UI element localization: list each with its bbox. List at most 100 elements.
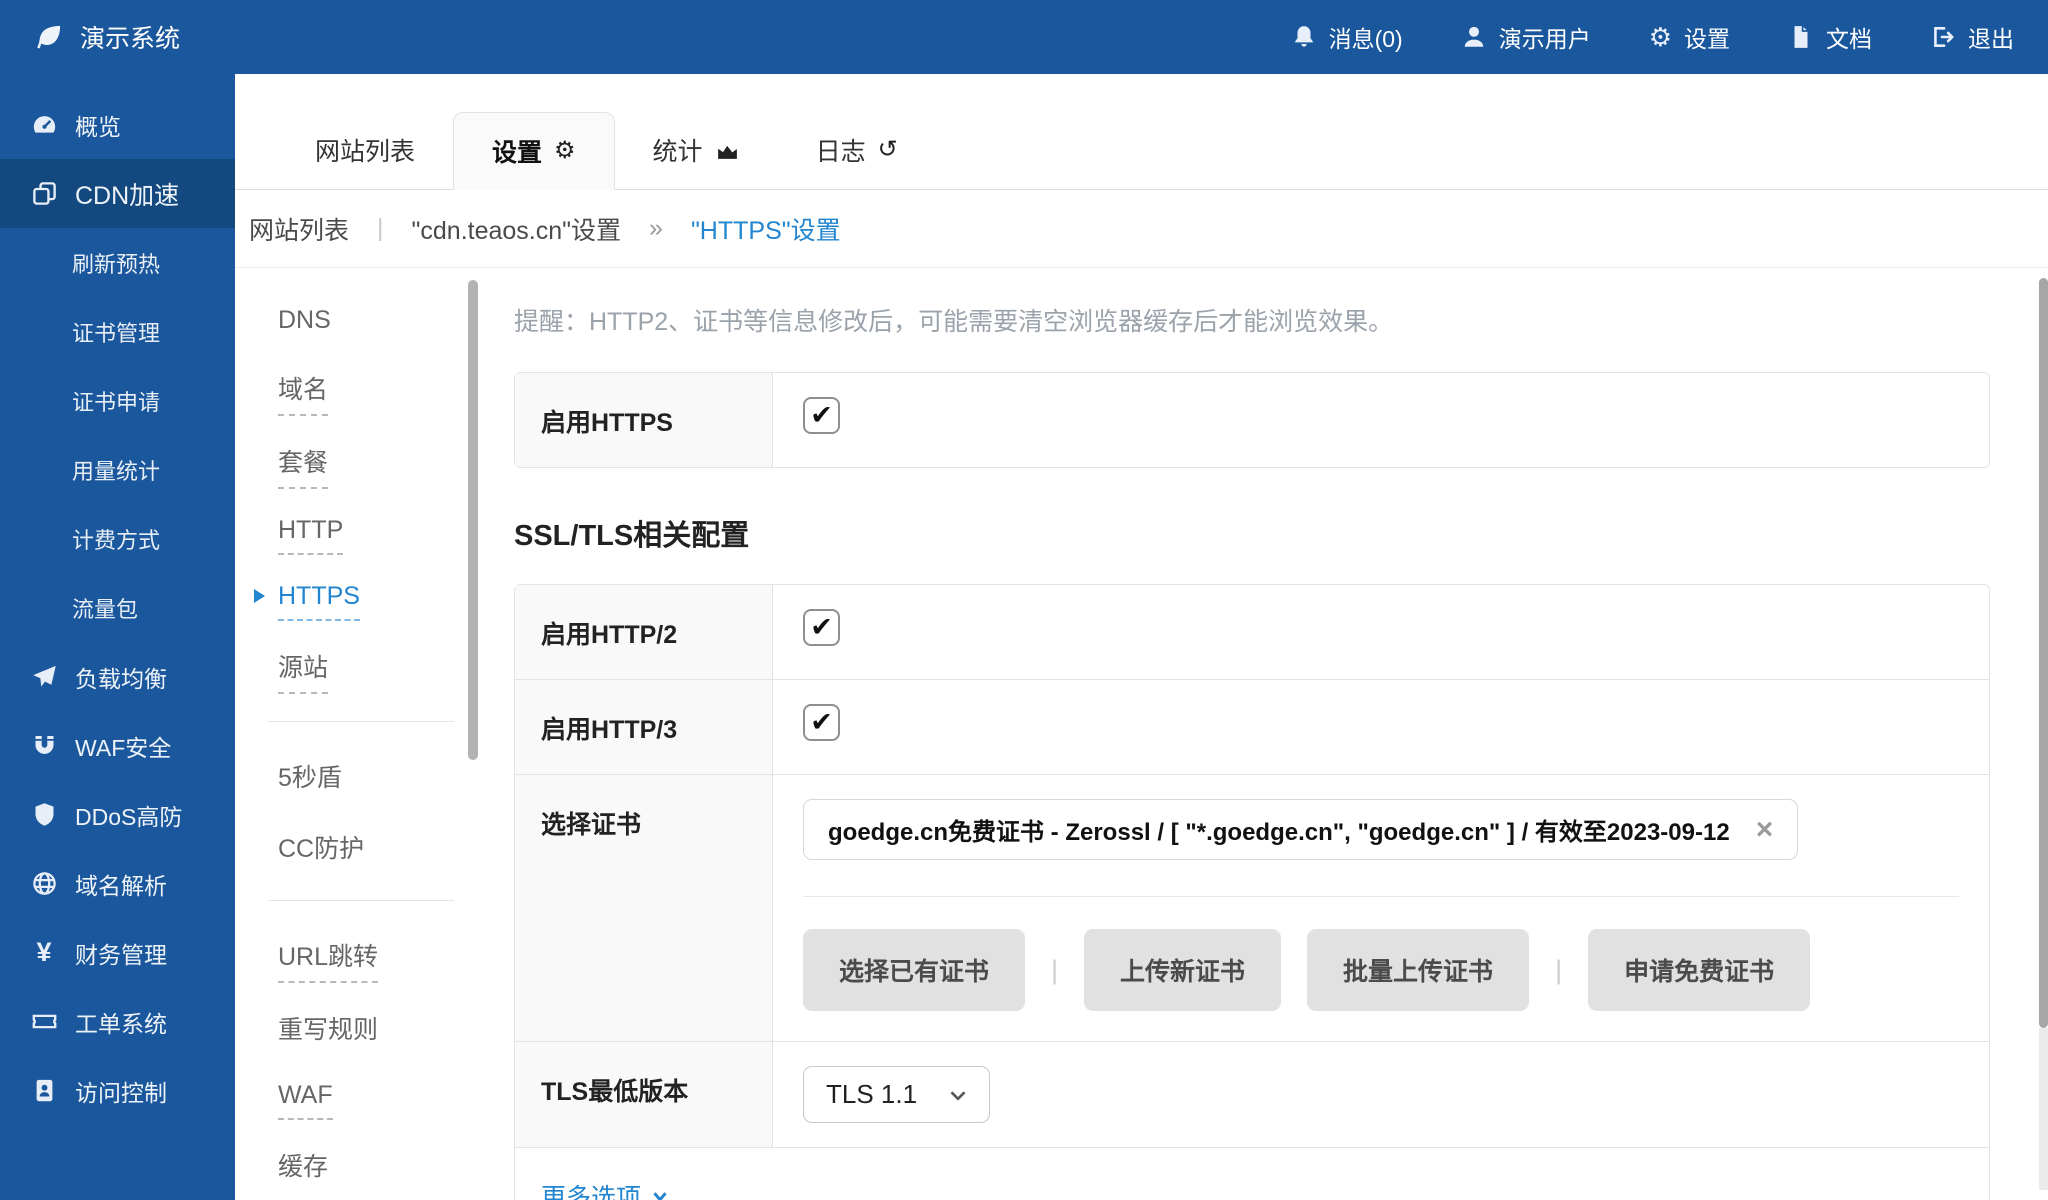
gear-icon: ⚙ [554,139,576,163]
brand-label: 演示系统 [80,19,180,55]
enable-http2-checkbox[interactable]: ✔ [803,609,840,646]
sidebar-item-label: DDoS高防 [75,798,182,832]
gear-icon: ⚙ [1649,24,1672,50]
topnav-docs[interactable]: 文档 [1788,20,1872,54]
submenu-item-http[interactable]: HTTP [278,516,478,555]
sidebar-item-tickets[interactable]: 工单系统 [0,987,235,1056]
breadcrumb-arrow-separator: » [649,214,663,243]
submenu-item-url-redirect[interactable]: URL跳转 [278,937,478,983]
sidebar-item-load-balancer[interactable]: 负载均衡 [0,642,235,711]
topnav-logout[interactable]: 退出 [1930,20,2014,54]
sidebar-item-access-control[interactable]: 访问控制 [0,1056,235,1125]
certificate-divider [803,896,1959,897]
sidebar-item-label: 计费方式 [72,523,160,555]
certificate-actions: 选择已有证书 | 上传新证书 批量上传证书 | 申请免费证书 [803,929,1959,1011]
sidebar-item-label: 证书申请 [72,385,160,417]
tab-stats[interactable]: 统计 [615,111,778,189]
tab-label: 日志 [816,132,866,168]
sidebar-item-traffic-package[interactable]: 流量包 [0,573,235,642]
upload-new-cert-button[interactable]: 上传新证书 [1084,929,1281,1011]
apply-free-cert-button[interactable]: 申请免费证书 [1588,929,1810,1011]
sidebar-item-label: 刷新预热 [72,247,160,279]
topnav-messages[interactable]: 消息(0) [1291,20,1403,54]
topnav-label: 设置 [1684,20,1730,54]
submenu-item-origin[interactable]: 源站 [278,648,478,694]
brand-logo[interactable]: 演示系统 [34,19,180,55]
tls-min-version-row: TLS最低版本 TLS 1.1 [515,1041,1989,1147]
page-scrollbar-thumb[interactable] [2039,278,2048,1028]
magnet-icon [30,732,58,760]
tab-site-list[interactable]: 网站列表 [277,111,453,189]
topnav-user[interactable]: 演示用户 [1461,20,1591,54]
sidebar-item-label: CDN加速 [75,176,179,212]
submenu-item-5s-shield[interactable]: 5秒盾 [278,758,478,802]
sidebar-item-refresh-preheat[interactable]: 刷新预热 [0,228,235,297]
tabbar: 网站列表 设置 ⚙ 统计 日志 ↺ [235,74,2048,190]
certificate-chip-label: goedge.cn免费证书 - Zerossl / [ "*.goedge.cn… [828,812,1730,847]
caret-down-icon [649,1185,671,1200]
submenu-item-domain[interactable]: 域名 [278,370,478,416]
ssl-settings-table: 启用HTTP/2 ✔ 启用HTTP/3 ✔ [514,584,1990,1200]
submenu-item-https[interactable]: HTTPS [278,582,478,621]
sidebar-item-ddos[interactable]: DDoS高防 [0,780,235,849]
sidebar-item-label: 工单系统 [75,1005,167,1039]
bell-icon [1291,24,1317,50]
check-icon: ✔ [810,402,833,429]
enable-http3-checkbox[interactable]: ✔ [803,704,840,741]
submenu-item-cache[interactable]: 缓存 [278,1147,478,1191]
paper-plane-icon [30,663,58,691]
history-icon: ↺ [878,138,898,162]
sidebar-item-overview[interactable]: 概览 [0,90,235,159]
more-options-link[interactable]: 更多选项 [541,1178,671,1200]
tls-version-select[interactable]: TLS 1.1 [803,1066,990,1123]
inner-scrollbar-thumb[interactable] [468,280,478,760]
batch-upload-cert-button[interactable]: 批量上传证书 [1307,929,1529,1011]
sidebar-item-label: WAF安全 [75,729,171,763]
sidebar-item-waf[interactable]: WAF安全 [0,711,235,780]
button-separator: | [1555,955,1562,986]
page-scrollbar-track[interactable] [2039,1028,2048,1190]
field-label: 选择证书 [515,775,773,1041]
field-value: goedge.cn免费证书 - Zerossl / [ "*.goedge.cn… [773,775,1989,1041]
breadcrumb-site-settings[interactable]: "cdn.teaos.cn"设置 [412,211,622,247]
submenu-divider [268,721,454,722]
select-existing-cert-button[interactable]: 选择已有证书 [803,929,1025,1011]
sidebar-item-label: 概览 [75,108,121,142]
notice-text: 提醒：HTTP2、证书等信息修改后，可能需要清空浏览器缓存后才能浏览效果。 [514,302,1990,338]
topnav-label: 退出 [1968,20,2014,54]
active-arrow-icon [254,589,265,603]
submenu-item-plan[interactable]: 套餐 [278,443,478,489]
enable-https-row: 启用HTTPS ✔ [515,373,1989,467]
copy-icon [30,180,58,208]
sidebar-item-label: 域名解析 [75,867,167,901]
check-icon: ✔ [810,709,833,736]
submenu-item-rewrite-rules[interactable]: 重写规则 [278,1010,478,1054]
sidebar-item-cert-manage[interactable]: 证书管理 [0,297,235,366]
sidebar-item-usage-stats[interactable]: 用量统计 [0,435,235,504]
enable-https-checkbox[interactable]: ✔ [803,397,840,434]
submenu-item-waf[interactable]: WAF [278,1081,478,1120]
settings-submenu: DNS 域名 套餐 HTTP HTTPS 源站 5秒盾 CC防护 URL跳转 重… [235,268,478,1200]
breadcrumb: 网站列表 | "cdn.teaos.cn"设置 » "HTTPS"设置 [235,190,2048,268]
doc-icon [1788,24,1814,50]
sidebar-item-finance[interactable]: ¥ 财务管理 [0,918,235,987]
enable-http2-row: 启用HTTP/2 ✔ [515,585,1989,679]
sidebar: 概览 CDN加速 刷新预热 证书管理 证书申请 用量统计 计费方式 流量包 [0,74,235,1200]
submenu-item-dns[interactable]: DNS [278,306,478,343]
tab-logs[interactable]: 日志 ↺ [778,111,936,189]
breadcrumb-https-settings[interactable]: "HTTPS"设置 [691,211,841,247]
topnav-settings[interactable]: ⚙ 设置 [1649,20,1730,54]
select-certificate-row: 选择证书 goedge.cn免费证书 - Zerossl / [ "*.goed… [515,774,1989,1041]
breadcrumb-site-list[interactable]: 网站列表 [249,211,349,247]
sidebar-item-cdn[interactable]: CDN加速 [0,159,235,228]
main-content: 网站列表 设置 ⚙ 统计 日志 ↺ 网站列表 | "cdn.teaos.cn"设… [235,74,2048,1200]
sidebar-item-label: 流量包 [72,592,138,624]
topnav-label: 文档 [1826,20,1872,54]
submenu-item-cc-protect[interactable]: CC防护 [278,829,478,873]
remove-certificate-icon[interactable]: × [1756,815,1774,845]
sidebar-item-cert-apply[interactable]: 证书申请 [0,366,235,435]
tab-settings[interactable]: 设置 ⚙ [453,112,615,190]
sidebar-item-dns-resolve[interactable]: 域名解析 [0,849,235,918]
sidebar-item-billing-method[interactable]: 计费方式 [0,504,235,573]
field-value: TLS 1.1 [773,1042,1989,1147]
